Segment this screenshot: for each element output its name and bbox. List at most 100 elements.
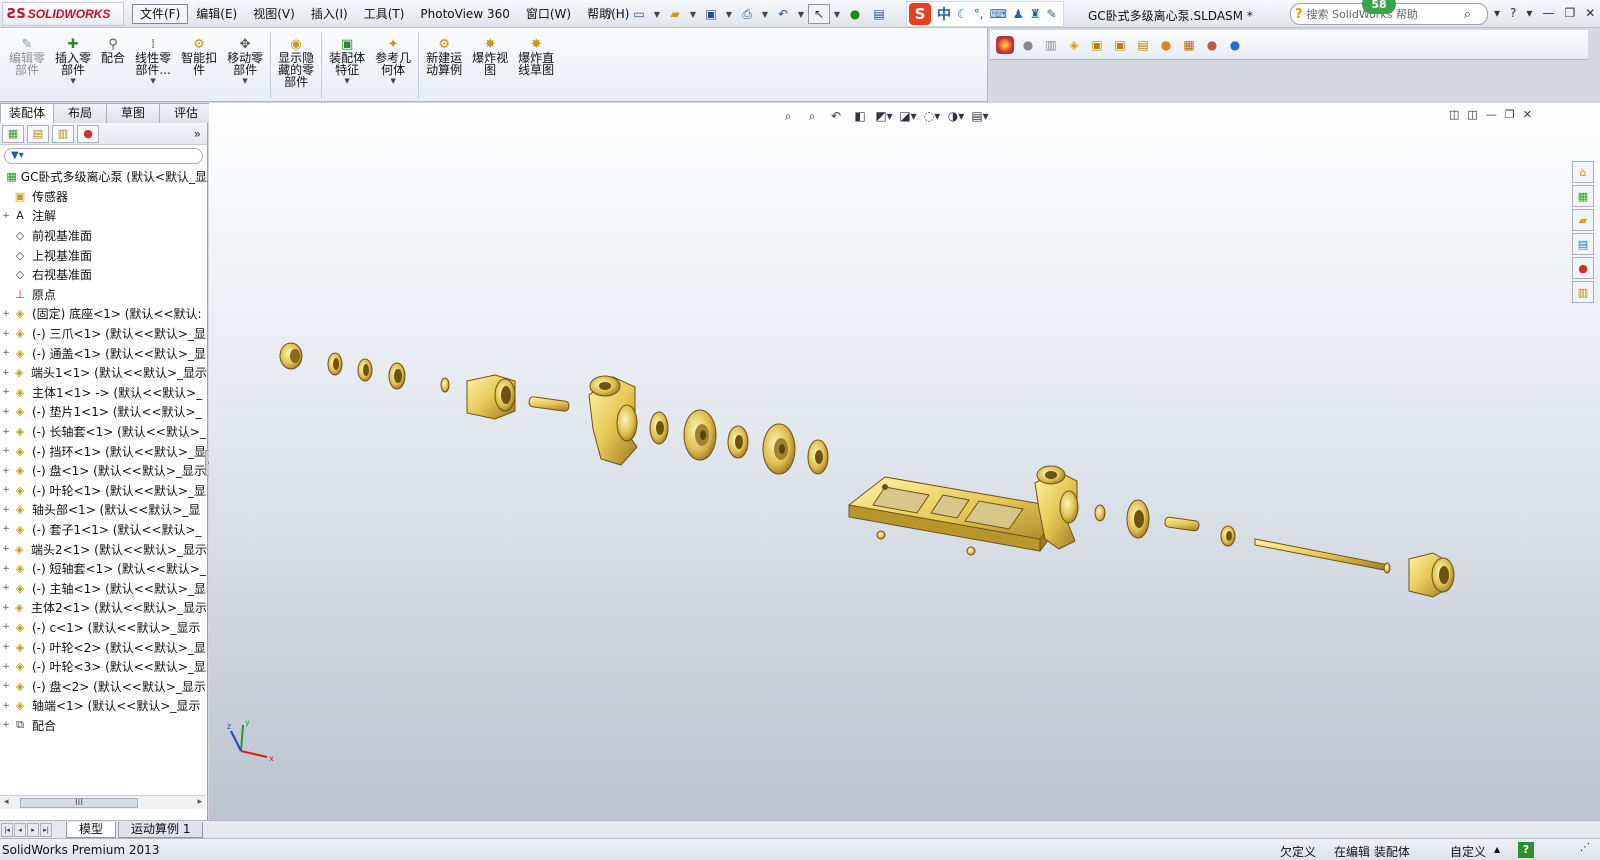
scroll-right-icon[interactable]: ▸: [197, 797, 202, 807]
tree-item[interactable]: + ◈ (-) 叶轮<3> (默认<<默认>_显: [0, 657, 207, 677]
tree-item[interactable]: + ◈ (-) 垫片1<1> (默认<<默认>_: [0, 402, 207, 422]
new-document-icon[interactable]: ▭: [628, 4, 650, 24]
undo-dropdown-icon[interactable]: ▼: [796, 4, 806, 24]
disk-part-1[interactable]: [649, 411, 669, 445]
end-head-part[interactable]: [466, 374, 516, 420]
tree-item[interactable]: ▦ GC卧式多级离心泵 (默认<默认_显: [0, 167, 207, 187]
pin-menu-icon[interactable]: ⚲: [604, 6, 613, 20]
tree-item[interactable]: + ◈ (-) 短轴套<1> (默认<<默认>_: [0, 559, 207, 579]
cap-part[interactable]: [279, 342, 303, 370]
integrated-preview-icon[interactable]: ●: [1226, 36, 1244, 54]
help-dropdown-icon[interactable]: ▾: [1526, 6, 1532, 20]
units-dropdown-icon[interactable]: ▲: [1494, 845, 1500, 854]
menu-tools[interactable]: 工具(T): [356, 4, 413, 24]
ime-moon-icon[interactable]: ☾: [957, 7, 968, 21]
pump-casing-1-part[interactable]: [588, 375, 638, 466]
minimize-icon[interactable]: —: [1542, 6, 1554, 20]
expand-icon[interactable]: +: [0, 505, 12, 515]
tree-item[interactable]: + ◈ (-) 长轴套<1> (默认<<默认>_: [0, 422, 207, 442]
ime-user-icon[interactable]: ♟: [1013, 7, 1024, 21]
expand-icon[interactable]: +: [0, 485, 12, 495]
cmd-button-assembly-feature[interactable]: ▣ 装配体 特征 ▼: [324, 36, 370, 98]
cmd-button-exploded-view[interactable]: ✸ 爆炸视 图: [467, 36, 513, 98]
tree-item[interactable]: + A 注解: [0, 206, 207, 226]
feature-tree-icon[interactable]: ▦: [2, 124, 24, 143]
sogou-ime-icon[interactable]: S: [909, 3, 931, 25]
tree-item[interactable]: ◇ 上视基准面: [0, 245, 207, 265]
tab-motion-study[interactable]: 运动算例 1: [118, 821, 204, 838]
menu-photoview[interactable]: PhotoView 360: [412, 4, 517, 24]
expand-icon[interactable]: +: [0, 407, 12, 417]
cmd-button-insert-component[interactable]: ✚ 插入零 部件 ▼: [50, 36, 96, 98]
print-dropdown-icon[interactable]: ▼: [760, 4, 770, 24]
main-shaft-part[interactable]: [1254, 538, 1391, 574]
tab-evaluate[interactable]: 评估: [159, 103, 213, 123]
tree-item[interactable]: + ◈ 端头2<1> (默认<<默认>_显示: [0, 539, 207, 559]
expand-icon[interactable]: +: [0, 368, 12, 378]
expand-icon[interactable]: +: [0, 309, 12, 319]
next-tab-icon[interactable]: ▸: [27, 822, 39, 837]
tree-item[interactable]: + ◈ 端头1<1> (默认<<默认>_显示: [0, 363, 207, 383]
tab-sketch[interactable]: 草图: [106, 103, 160, 123]
recall-render-icon[interactable]: ▦: [1180, 36, 1198, 54]
chevron-down-icon[interactable]: ▼: [390, 77, 395, 85]
open-folder-icon[interactable]: ▰: [664, 4, 686, 24]
expand-icon[interactable]: +: [0, 524, 12, 534]
chevron-down-icon[interactable]: ▼: [150, 77, 155, 85]
filter-box[interactable]: ▼▾: [4, 148, 203, 164]
expand-icon[interactable]: +: [0, 681, 12, 691]
chevron-down-icon[interactable]: ▼: [344, 77, 349, 85]
render-region-icon[interactable]: ◈: [1065, 36, 1083, 54]
ring-part-1[interactable]: [327, 352, 343, 376]
first-tab-icon[interactable]: |◂: [1, 822, 13, 837]
scrollbar-thumb[interactable]: III: [20, 798, 138, 808]
tree-item[interactable]: + ◈ (-) 盘<2> (默认<<默认>_显示: [0, 676, 207, 696]
spacer-part[interactable]: [1094, 504, 1106, 522]
restore-icon[interactable]: ❐: [1564, 6, 1575, 20]
search-dropdown-icon[interactable]: ▾: [1494, 6, 1500, 20]
shaft-sleeve-part[interactable]: [528, 396, 570, 412]
disk-part-2[interactable]: [727, 425, 749, 459]
property-manager-icon[interactable]: ▤: [27, 124, 49, 143]
cmd-button-linear-pattern[interactable]: ⁞ 线性零 部件... ▼: [130, 36, 176, 98]
undo-icon[interactable]: ↶: [772, 4, 794, 24]
tree-item[interactable]: + ◈ (-) 通盖<1> (默认<<默认>_显: [0, 343, 207, 363]
ime-punct-icon[interactable]: °,: [974, 7, 984, 21]
tree-item[interactable]: + ◈ (-) 套子1<1> (默认<<默认>_: [0, 520, 207, 540]
file-properties-icon[interactable]: ▤: [868, 4, 890, 24]
chevron-down-icon[interactable]: ▼: [242, 77, 247, 85]
cmd-button-show-hidden[interactable]: ◉ 显示隐 藏的零 部件: [273, 36, 319, 98]
edit-appearance-icon[interactable]: ●: [1203, 36, 1221, 54]
status-units[interactable]: 自定义: [1450, 843, 1486, 860]
tab-layout[interactable]: 布局: [53, 103, 107, 123]
prev-tab-icon[interactable]: ◂: [14, 822, 26, 837]
menu-file[interactable]: 文件(F): [132, 4, 189, 24]
select-cursor-icon[interactable]: ↖: [808, 4, 830, 24]
new-dropdown-icon[interactable]: ▼: [652, 4, 662, 24]
cmd-button-move-component[interactable]: ✥ 移动零 部件 ▼: [222, 36, 268, 98]
configuration-manager-icon[interactable]: ▥: [52, 124, 74, 143]
appearance-icon[interactable]: [996, 35, 1014, 54]
tree-item[interactable]: ◇ 前视基准面: [0, 226, 207, 246]
options-icon[interactable]: ●: [1157, 36, 1175, 54]
tree-item[interactable]: + ◈ 主体1<1> -> (默认<<默认>_: [0, 383, 207, 403]
expand-icon[interactable]: +: [0, 544, 12, 554]
exploded-assembly-model[interactable]: x y z: [209, 103, 1600, 820]
schedule-render-icon[interactable]: ▤: [1134, 36, 1152, 54]
scroll-left-icon[interactable]: ◂: [4, 797, 9, 807]
expand-icon[interactable]: +: [0, 446, 12, 456]
search-icon[interactable]: ⌕: [1464, 7, 1471, 22]
tree-item[interactable]: + ◈ (-) 三爪<1> (默认<<默认>_显: [0, 324, 207, 344]
tree-horizontal-scrollbar[interactable]: ◂ III ▸: [0, 795, 206, 809]
expand-icon[interactable]: +: [0, 466, 12, 476]
shaft-end-part[interactable]: [1408, 552, 1455, 598]
last-tab-icon[interactable]: ▸|: [40, 822, 52, 837]
display-manager-icon[interactable]: ●: [77, 124, 99, 143]
cmd-button-explode-line[interactable]: ✸ 爆炸直 线草图: [513, 36, 559, 98]
ime-skin-icon[interactable]: ♜: [1030, 7, 1041, 21]
expand-icon[interactable]: +: [0, 622, 12, 632]
expand-icon[interactable]: +: [0, 387, 12, 397]
tree-item[interactable]: ⊥ 原点: [0, 285, 207, 305]
cmd-button-reference-geometry[interactable]: ✦ 参考几 何体 ▼: [370, 36, 416, 98]
tree-item[interactable]: + ◈ 主体2<1> (默认<<默认>_显示: [0, 598, 207, 618]
